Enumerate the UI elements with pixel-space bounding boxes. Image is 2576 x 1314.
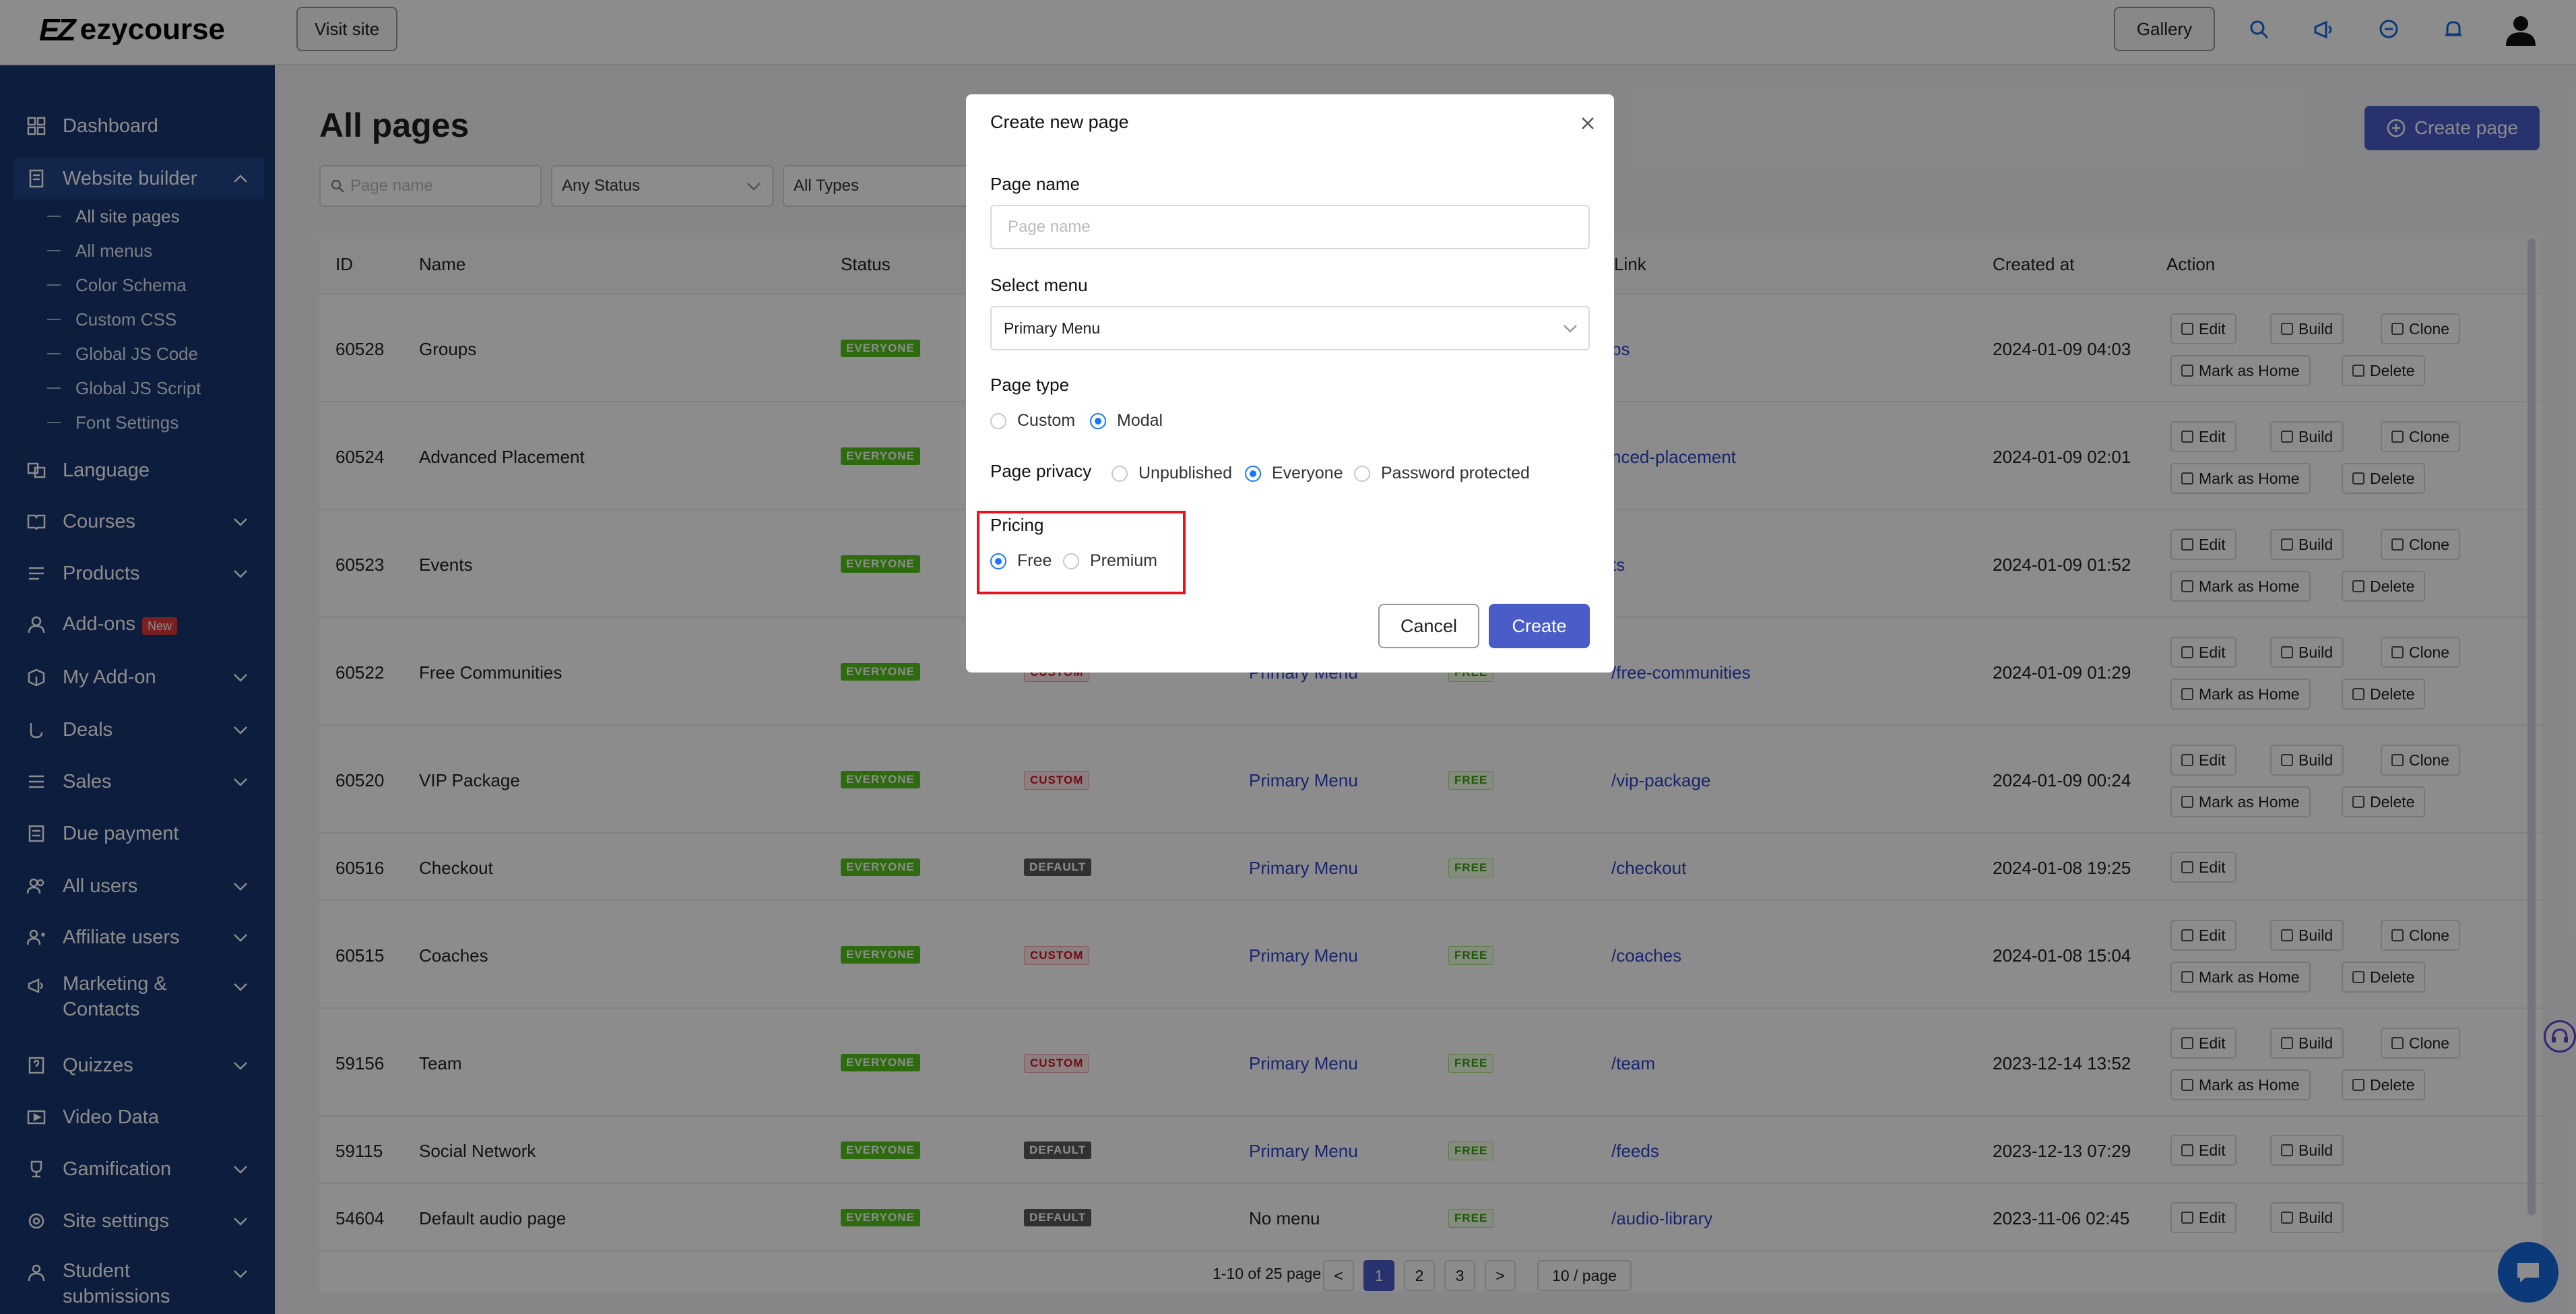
close-icon[interactable] [1576,112,1599,135]
chevron-down-icon [1564,325,1577,333]
radio-circle [990,412,1006,429]
create-page-modal: Create new page Page name Page name Sele… [966,94,1614,672]
select-menu-dropdown[interactable]: Primary Menu [990,306,1590,350]
pricing-label: Pricing [990,515,1044,535]
page-privacy-label: Page privacy [990,461,1092,481]
page-name-label: Page name [990,174,1080,194]
privacy-everyone-radio[interactable]: Everyone [1245,464,1343,483]
privacy-unpublished-radio[interactable]: Unpublished [1112,464,1232,483]
modal-title: Create new page [990,112,1129,132]
page-type-modal-radio[interactable]: Modal [1090,411,1163,431]
radio-circle [1063,553,1079,569]
radio-circle [1354,465,1370,482]
privacy-password-protected-radio[interactable]: Password protected [1354,464,1530,483]
radio-circle [1112,465,1128,482]
select-menu-label: Select menu [990,275,1088,295]
page-type-custom-radio[interactable]: Custom [990,411,1075,431]
radio-circle-selected [990,553,1006,569]
cancel-button[interactable]: Cancel [1378,604,1479,648]
page-type-label: Page type [990,375,1070,395]
radio-circle-selected [1245,465,1261,482]
radio-circle-selected [1090,412,1106,429]
pricing-premium-radio[interactable]: Premium [1063,551,1157,571]
create-button[interactable]: Create [1489,604,1590,648]
pricing-free-radio[interactable]: Free [990,551,1052,571]
page-name-input[interactable]: Page name [990,205,1590,249]
